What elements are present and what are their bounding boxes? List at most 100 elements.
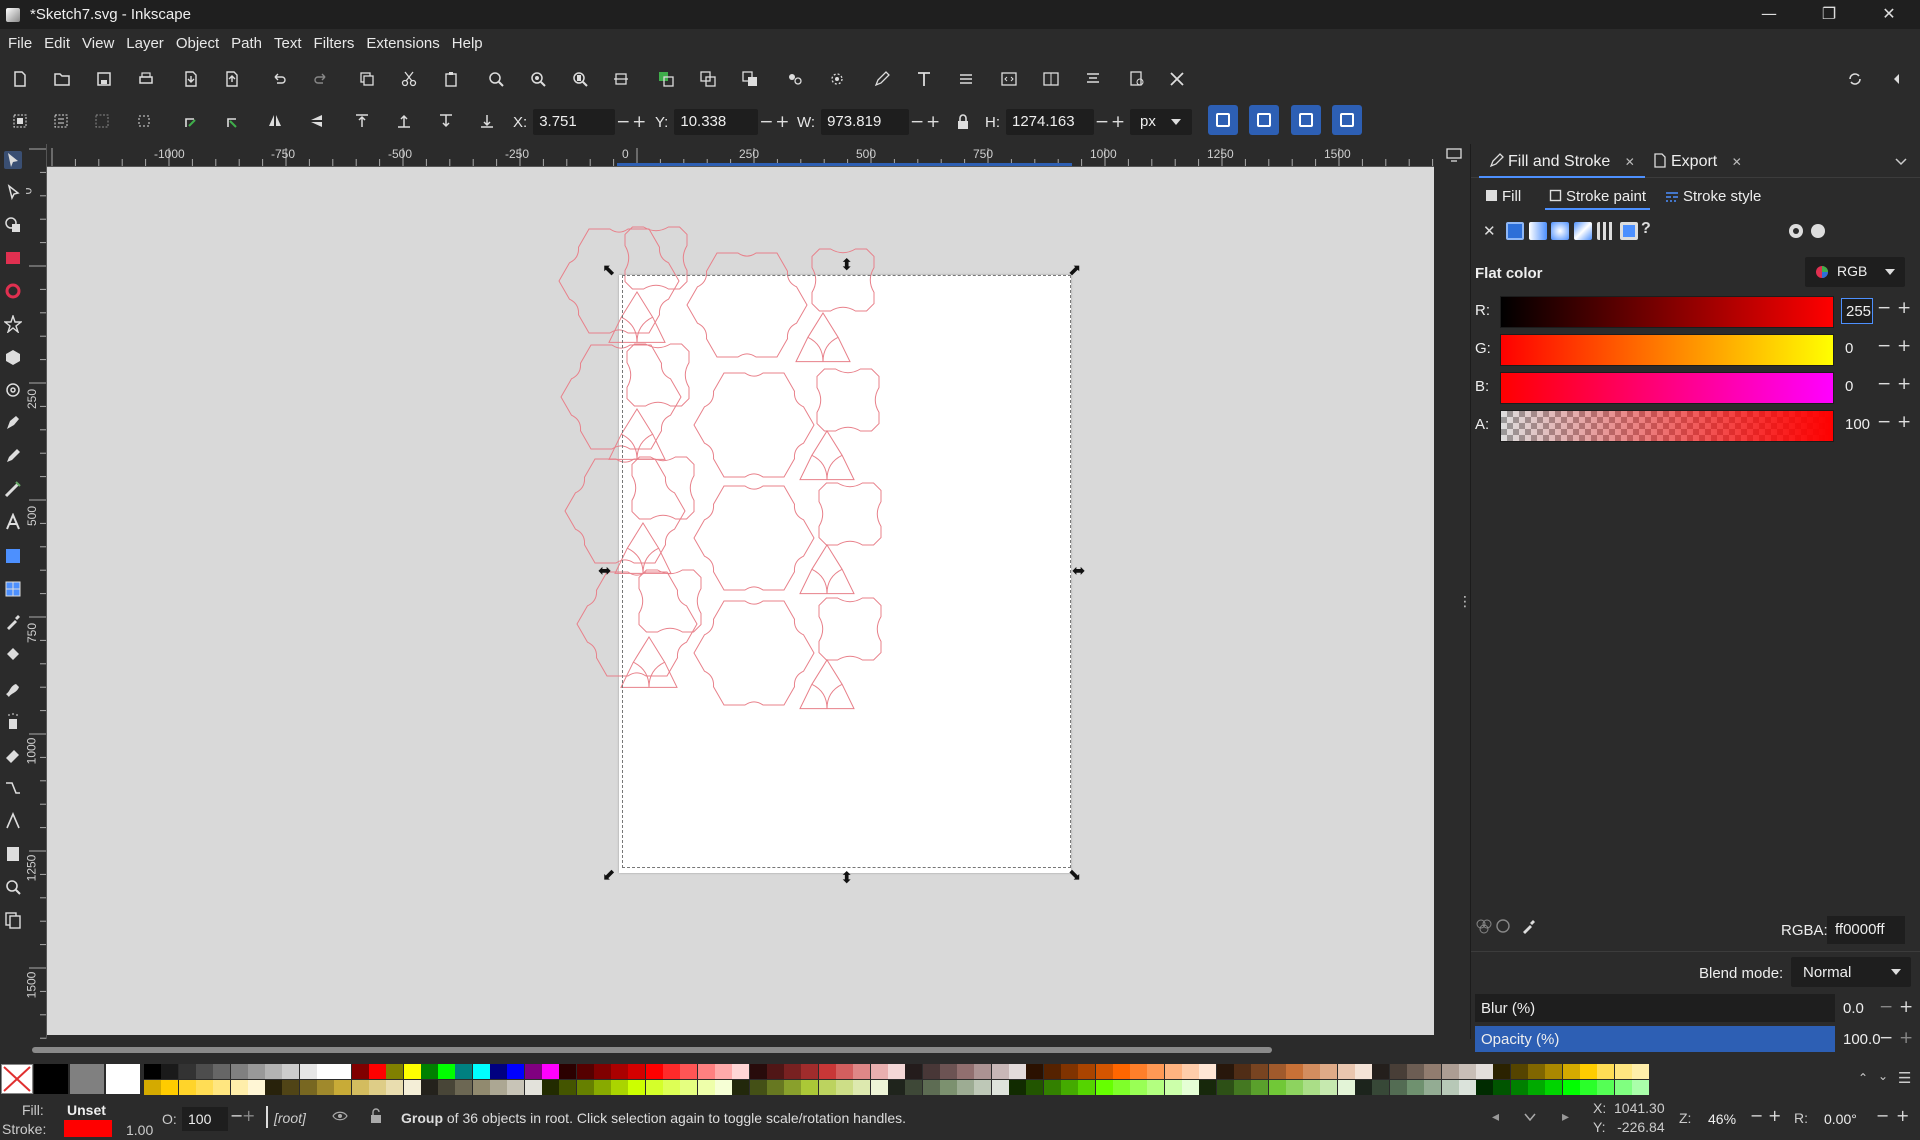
palette-swatch[interactable] [1372,1080,1390,1095]
measure-tool[interactable] [4,811,22,830]
palette-swatch[interactable] [1078,1064,1096,1079]
tab-fill-and-stroke[interactable]: Fill and Stroke ✕ [1479,148,1645,178]
open-button[interactable] [51,68,73,90]
h-input[interactable]: 1274.163 [1006,109,1094,135]
palette-swatch[interactable] [1199,1064,1217,1079]
palette-swatch[interactable] [611,1080,629,1095]
move-gradients-toggle[interactable] [1291,105,1321,135]
palette-swatch[interactable] [784,1064,802,1079]
palette-swatch[interactable] [818,1064,836,1079]
palette-swatch[interactable] [870,1080,888,1095]
text-tool[interactable] [4,512,22,531]
fill-value[interactable]: Unset [67,1102,106,1118]
menu-extensions[interactable]: Extensions [360,35,445,52]
palette-swatch[interactable] [1493,1064,1511,1079]
menu-filters[interactable]: Filters [308,35,361,52]
select-all-layers-button[interactable] [50,110,72,132]
shape-builder-tool[interactable] [4,216,22,234]
fill-rule-nonzero-icon[interactable] [1809,222,1827,240]
subtab-stroke-paint[interactable]: Stroke paint [1545,188,1651,210]
palette-swatch[interactable] [714,1080,732,1095]
palette-swatch[interactable] [34,1064,68,1094]
menu-text[interactable]: Text [268,35,308,52]
palette-swatch[interactable] [1631,1064,1649,1079]
undo-button[interactable] [268,68,290,90]
blur-value[interactable]: 0.0 [1843,1000,1864,1017]
palette-swatch[interactable] [247,1064,265,1079]
preferences-button[interactable] [1166,68,1188,90]
palette-swatch[interactable] [1268,1064,1286,1079]
palette-swatch[interactable] [213,1064,231,1079]
spray-tool[interactable] [4,713,22,731]
palette-swatch[interactable] [905,1080,923,1095]
palette-swatch[interactable] [1026,1080,1044,1095]
flip-horizontal-button[interactable] [264,110,286,132]
scale-handle-sw[interactable]: ⬋ [602,867,615,883]
green-slider[interactable] [1500,334,1834,366]
palette-swatch[interactable] [1303,1080,1321,1095]
display-mode-icon[interactable] [1446,148,1462,162]
palette-swatches[interactable] [34,1063,1864,1095]
palette-swatch[interactable] [1337,1064,1355,1079]
pencil-tool[interactable] [4,447,22,465]
red-decrement[interactable]: − [1877,298,1891,318]
palette-swatch[interactable] [403,1064,421,1079]
palette-swatch[interactable] [749,1064,767,1079]
import-button[interactable] [180,68,202,90]
menu-path[interactable]: Path [225,35,268,52]
blue-increment[interactable]: + [1897,374,1911,394]
palette-swatch[interactable] [1320,1064,1338,1079]
palette-swatch[interactable] [1458,1064,1476,1079]
palette-swatch[interactable] [697,1080,715,1095]
gradient-tool[interactable] [4,547,22,565]
zoom-selection-button[interactable] [485,68,507,90]
flat-color-button[interactable] [1506,222,1524,240]
palette-swatch[interactable] [1476,1080,1494,1095]
palette-swatch[interactable] [1112,1064,1130,1079]
rotation-decrement[interactable]: − [1876,1106,1889,1125]
palette-swatch[interactable] [991,1064,1009,1079]
horizontal-scrollbar[interactable] [32,1047,1272,1053]
mesh-gradient-button[interactable] [1574,222,1592,240]
stroke-width-value[interactable]: 1.00 [126,1122,153,1138]
palette-swatch[interactable] [801,1064,819,1079]
palette-swatch[interactable] [1476,1064,1494,1079]
mesh-tool[interactable] [4,580,22,598]
palette-swatch[interactable] [490,1064,507,1079]
close-tab-icon[interactable]: ✕ [1625,155,1635,169]
palette-swatch[interactable] [939,1080,957,1095]
y-input[interactable]: 10.338 [674,109,759,135]
palette-swatch[interactable] [1320,1080,1338,1095]
palette-swatch[interactable] [559,1080,577,1095]
palette-swatch[interactable] [922,1080,940,1095]
palette-swatch[interactable] [939,1064,957,1079]
palette-swatch[interactable] [766,1080,784,1095]
palette-swatch[interactable] [1614,1064,1632,1079]
subtab-fill[interactable]: Fill [1485,188,1521,210]
palette-swatch[interactable] [178,1064,196,1079]
palette-swatch[interactable] [801,1080,819,1095]
palette-swatch[interactable] [714,1064,732,1079]
alpha-value-input[interactable]: 100 [1841,412,1873,438]
scale-handle-s[interactable]: ⬍ [840,870,853,886]
x-decrement[interactable]: − [615,112,631,132]
palette-swatch[interactable] [628,1080,646,1095]
palette-swatch[interactable] [161,1080,179,1095]
palette-swatch[interactable] [680,1064,698,1079]
star-tool[interactable] [3,313,23,335]
palette-swatch[interactable] [368,1080,386,1095]
palette-swatch[interactable] [1060,1064,1078,1079]
cut-button[interactable] [398,68,420,90]
raise-button[interactable] [393,110,415,132]
palette-swatch[interactable] [1372,1064,1390,1079]
palette-swatch[interactable] [1095,1064,1113,1079]
flip-vertical-button[interactable] [306,110,328,132]
palette-swatch[interactable] [1528,1064,1545,1079]
rgba-input[interactable]: ff0000ff [1827,916,1905,944]
paste-button[interactable] [440,68,462,90]
raise-to-top-button[interactable] [351,110,373,132]
palette-swatch[interactable] [1043,1064,1061,1079]
palette-swatch[interactable] [1095,1080,1113,1095]
palette-swatch[interactable] [887,1080,905,1095]
next-page-icon[interactable]: ▸ [1562,1109,1569,1125]
